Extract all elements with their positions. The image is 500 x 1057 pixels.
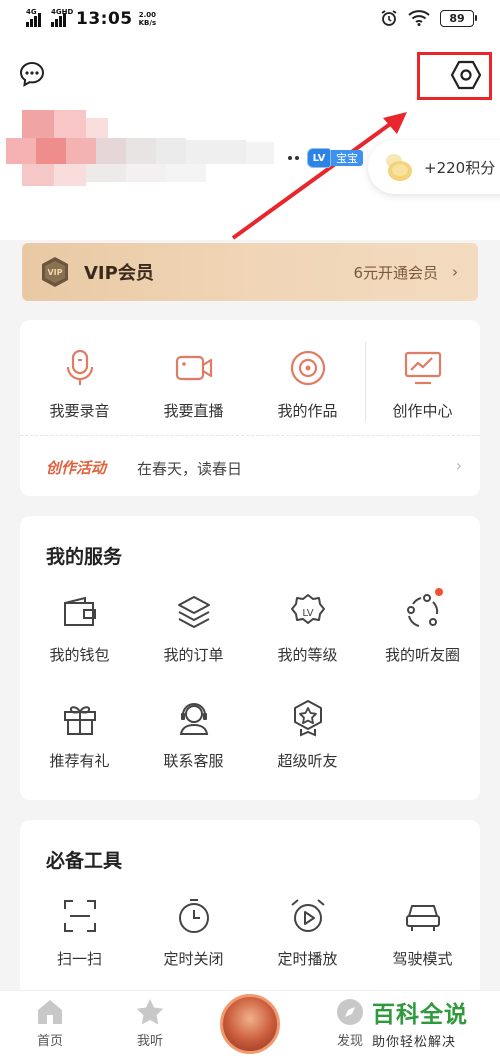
wallet-icon <box>63 596 96 626</box>
layers-icon <box>177 596 210 628</box>
signal-icon: 4G <box>26 8 41 27</box>
profile-page: 4G 4GHD 13:05 2.00 KB/s 89 LV 宝宝 +220积分 … <box>0 0 500 1057</box>
watermark: 百科全说 助你轻松解决 <box>372 1002 468 1050</box>
level-button[interactable]: LV 我的等级 <box>250 592 365 665</box>
microphone-icon <box>66 349 93 385</box>
scheduled-play-button[interactable]: 定时播放 <box>250 896 365 969</box>
my-works-button[interactable]: 我的作品 <box>250 348 365 421</box>
tab-home[interactable]: 首页 <box>20 997 80 1049</box>
tab-discover[interactable]: 发现 <box>320 997 380 1049</box>
customer-service-icon <box>179 703 208 735</box>
disc-icon <box>290 350 325 386</box>
status-bar: 4G 4GHD 13:05 2.00 KB/s 89 <box>0 0 500 40</box>
creation-card: 我要录音 我要直播 我的作品 创作中心 创作活动 在春天，读春日 › <box>20 320 480 496</box>
go-live-button[interactable]: 我要直播 <box>136 348 251 421</box>
battery-indicator: 89 <box>440 9 477 27</box>
monitor-chart-icon <box>404 351 441 385</box>
scan-icon <box>63 900 96 932</box>
orders-button[interactable]: 我的订单 <box>136 592 251 665</box>
level-badge[interactable]: LV 宝宝 <box>307 148 363 168</box>
avatar-blurred <box>6 110 299 186</box>
player-cover-button[interactable] <box>220 994 280 1054</box>
super-listener-button[interactable]: 超级听友 <box>250 698 365 771</box>
tab-listen[interactable]: 我听 <box>120 997 180 1049</box>
customer-service-button[interactable]: 联系客服 <box>136 698 251 771</box>
settings-highlight-box <box>417 52 492 100</box>
chevron-right-icon: › <box>455 456 462 475</box>
message-icon[interactable] <box>18 60 46 88</box>
friends-circle-button[interactable]: 我的听友圈 <box>365 592 480 665</box>
activity-link[interactable]: 在春天，读春日 <box>137 458 242 479</box>
car-icon <box>405 905 440 931</box>
wifi-icon <box>408 10 430 26</box>
svg-text:LV: LV <box>302 608 313 619</box>
video-camera-icon <box>175 355 212 381</box>
activity-tag: 创作活动 <box>46 459 107 477</box>
scan-button[interactable]: 扫一扫 <box>22 896 137 969</box>
vip-open-link[interactable]: 6元开通会员 <box>353 262 438 283</box>
vip-badge-icon: VIP <box>42 257 68 287</box>
sleep-timer-button[interactable]: 定时关闭 <box>136 896 251 969</box>
alarm-icon <box>381 10 397 26</box>
network-speed: 2.00 KB/s <box>138 11 157 27</box>
friends-circle-icon <box>406 594 438 627</box>
vip-banner[interactable]: VIP VIP会员 6元开通会员 › <box>22 243 478 301</box>
chevron-right-icon: › <box>452 263 458 281</box>
wallet-button[interactable]: 我的钱包 <box>22 592 137 665</box>
timer-icon <box>178 899 209 933</box>
creator-center-button[interactable]: 创作中心 <box>365 348 480 421</box>
compass-icon <box>337 999 363 1025</box>
clock: 13:05 <box>76 9 133 29</box>
services-title: 我的服务 <box>46 546 123 568</box>
driving-mode-button[interactable]: 驾驶模式 <box>365 896 480 969</box>
services-card: 我的服务 我的钱包 我的订单 LV 我的等级 我的听友圈 推荐有礼 联系客服 超… <box>20 516 480 800</box>
points-button[interactable]: +220积分 <box>368 140 500 194</box>
record-audio-button[interactable]: 我要录音 <box>22 348 137 421</box>
notification-dot <box>435 588 443 596</box>
coin-icon <box>386 154 412 181</box>
tools-title: 必备工具 <box>46 850 123 872</box>
gift-icon <box>63 706 96 735</box>
star-badge-icon <box>293 700 322 737</box>
signal-hd-icon: 4GHD <box>51 8 73 27</box>
star-icon <box>136 999 164 1025</box>
home-icon <box>38 1000 62 1024</box>
dashed-divider <box>20 435 480 436</box>
level-badge-icon: LV <box>290 594 325 624</box>
referral-gift-button[interactable]: 推荐有礼 <box>22 698 137 771</box>
alarm-play-icon <box>290 899 325 932</box>
svg-text:VIP: VIP <box>47 268 62 277</box>
